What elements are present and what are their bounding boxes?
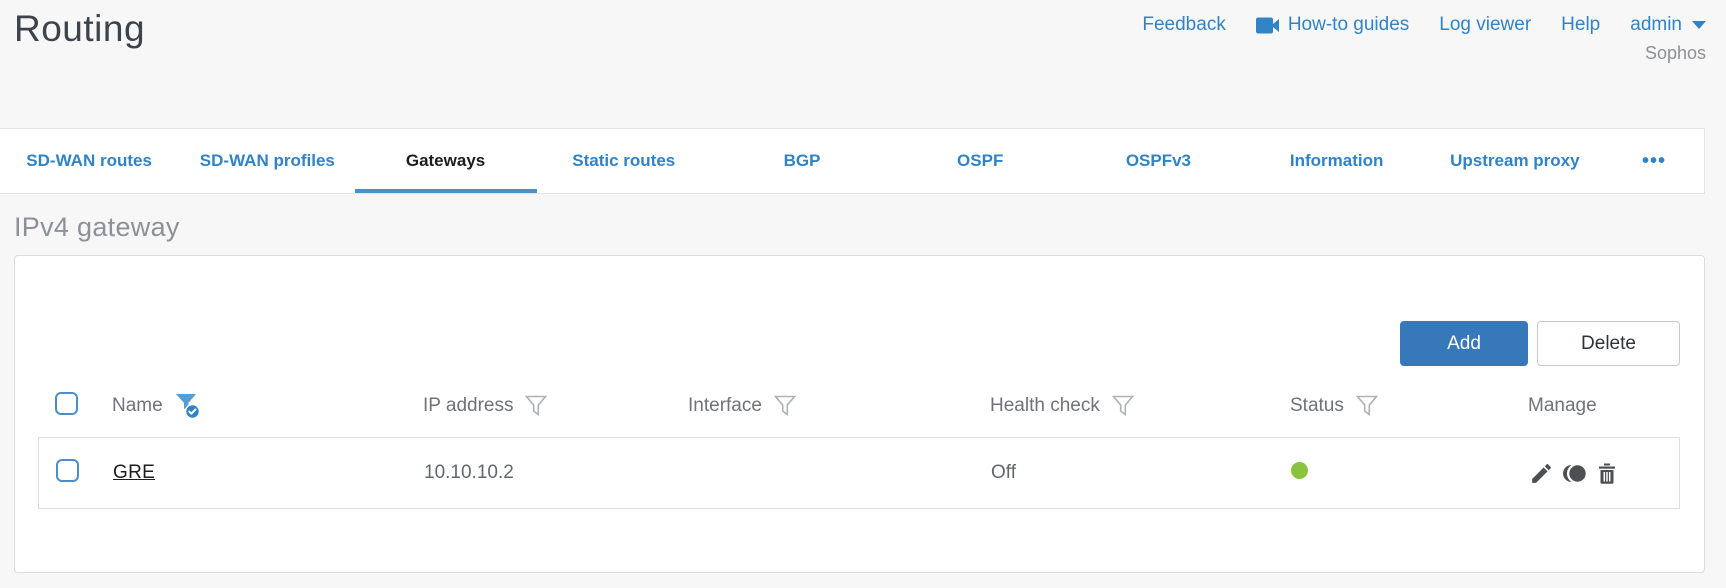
tabs-overflow-button[interactable]: ••• bbox=[1604, 129, 1704, 193]
tab-gateways[interactable]: Gateways bbox=[356, 129, 534, 193]
clone-icon[interactable] bbox=[1561, 461, 1588, 486]
column-header-health-check: Health check bbox=[990, 395, 1290, 417]
column-header-manage: Manage bbox=[1528, 395, 1597, 416]
tab-upstream-proxy[interactable]: Upstream proxy bbox=[1426, 129, 1604, 193]
row-checkbox[interactable] bbox=[56, 459, 79, 482]
column-header-ip-address: IP address bbox=[423, 395, 688, 417]
column-header-status: Status bbox=[1290, 395, 1528, 417]
section-heading: IPv4 gateway bbox=[14, 212, 180, 242]
health-check-value: Off bbox=[991, 462, 1016, 483]
top-header: Routing Feedback How-to guides Log viewe… bbox=[0, 0, 1726, 128]
tab-bar: SD-WAN routes SD-WAN profiles Gateways S… bbox=[0, 128, 1705, 194]
delete-icon[interactable] bbox=[1595, 461, 1619, 486]
add-button[interactable]: Add bbox=[1400, 321, 1528, 366]
feedback-link[interactable]: Feedback bbox=[1142, 14, 1225, 36]
manage-actions bbox=[1529, 461, 1679, 486]
table-header-row: Name IP address Interface Health check S… bbox=[38, 388, 1680, 424]
delete-button[interactable]: Delete bbox=[1537, 321, 1680, 366]
tab-information[interactable]: Information bbox=[1248, 129, 1426, 193]
howto-guides-link[interactable]: How-to guides bbox=[1255, 14, 1409, 36]
user-menu[interactable]: admin bbox=[1630, 14, 1706, 36]
select-all-checkbox[interactable] bbox=[55, 392, 78, 415]
filter-active-icon[interactable] bbox=[175, 393, 202, 419]
tab-sd-wan-routes[interactable]: SD-WAN routes bbox=[0, 129, 178, 193]
ip-address-value: 10.10.10.2 bbox=[424, 462, 514, 483]
help-link[interactable]: Help bbox=[1561, 14, 1600, 36]
video-camera-icon bbox=[1255, 16, 1280, 35]
edit-icon[interactable] bbox=[1529, 461, 1554, 486]
toolbar: Add Delete bbox=[15, 321, 1680, 366]
header-links: Feedback How-to guides Log viewer Help a… bbox=[1142, 6, 1706, 64]
tab-sd-wan-profiles[interactable]: SD-WAN profiles bbox=[178, 129, 356, 193]
gateway-table: Name IP address Interface Health check S… bbox=[38, 388, 1680, 509]
tab-ospfv3[interactable]: OSPFv3 bbox=[1069, 129, 1247, 193]
filter-icon[interactable] bbox=[773, 395, 798, 417]
filter-icon[interactable] bbox=[1355, 395, 1380, 417]
table-row: GRE 10.10.10.2 Off bbox=[38, 437, 1680, 509]
gateway-panel: Add Delete Name IP address Interface Hea… bbox=[14, 255, 1705, 573]
tab-bgp[interactable]: BGP bbox=[713, 129, 891, 193]
chevron-down-icon bbox=[1692, 21, 1706, 29]
filter-icon[interactable] bbox=[525, 395, 549, 417]
tab-static-routes[interactable]: Static routes bbox=[535, 129, 713, 193]
log-viewer-link[interactable]: Log viewer bbox=[1439, 14, 1531, 36]
filter-icon[interactable] bbox=[1111, 395, 1136, 417]
gateway-name-link[interactable]: GRE bbox=[113, 462, 155, 483]
column-header-interface: Interface bbox=[688, 395, 990, 417]
tab-ospf[interactable]: OSPF bbox=[891, 129, 1069, 193]
column-header-name: Name bbox=[112, 393, 423, 419]
brand-label: Sophos bbox=[1644, 43, 1706, 63]
status-up-indicator bbox=[1291, 461, 1308, 479]
page-title: Routing bbox=[14, 8, 146, 49]
